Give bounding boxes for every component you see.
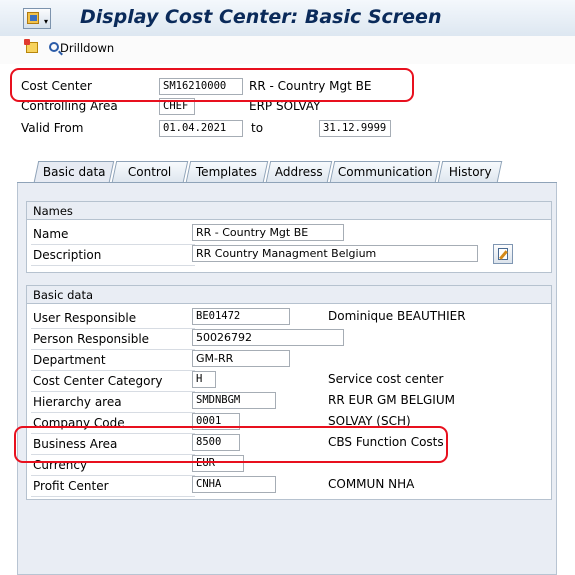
system-menu-button[interactable]: ▾	[23, 8, 51, 29]
valid-to-label: to	[251, 121, 264, 135]
highlight-business-area	[14, 426, 448, 463]
valid-from-field[interactable]: 01.04.2021	[159, 120, 243, 137]
user-responsible-text: Dominique BEAUTHIER	[328, 309, 466, 323]
hierarchy-area-text: RR EUR GM BELGIUM	[328, 393, 455, 407]
basic-data-section-title: Basic data	[27, 286, 551, 304]
tab-basic-data[interactable]: Basic data	[33, 161, 115, 182]
cost-center-category-field[interactable]: H	[192, 371, 216, 388]
person-responsible-field[interactable]: 50026792	[192, 329, 344, 346]
tab-communication[interactable]: Communication	[329, 161, 441, 182]
department-label: Department	[31, 350, 195, 371]
profit-center-text: COMMUN NHA	[328, 477, 415, 491]
user-responsible-label: User Responsible	[31, 308, 195, 329]
drilldown-button[interactable]: Drilldown	[60, 41, 114, 55]
highlight-cost-center	[10, 68, 414, 102]
valid-from-label: Valid From	[21, 121, 84, 135]
tab-control[interactable]: Control	[111, 161, 189, 182]
tab-address-label: Address	[274, 165, 323, 179]
department-field[interactable]: GM-RR	[192, 350, 290, 367]
tab-control-label: Control	[128, 165, 172, 179]
cost-center-category-text: Service cost center	[328, 372, 444, 386]
names-section-title: Names	[27, 202, 551, 220]
name-field[interactable]: RR - Country Mgt BE	[192, 224, 344, 241]
description-label: Description	[31, 245, 195, 266]
tab-communication-label: Communication	[337, 165, 433, 179]
tab-basic-data-label: Basic data	[42, 165, 106, 179]
hierarchy-area-label: Hierarchy area	[31, 392, 195, 413]
description-field[interactable]: RR Country Managment Belgium	[192, 245, 478, 262]
profit-center-label: Profit Center	[31, 476, 195, 497]
cost-center-category-label: Cost Center Category	[31, 371, 195, 392]
page-title: Display Cost Center: Basic Screen	[80, 6, 442, 28]
chevron-down-icon: ▾	[44, 17, 49, 26]
tab-address[interactable]: Address	[265, 161, 333, 182]
valid-to-field[interactable]: 31.12.9999	[319, 120, 391, 137]
tab-templates[interactable]: Templates	[185, 161, 269, 182]
tab-strip: Basic data Control Templates Address Com…	[17, 161, 557, 182]
hierarchy-area-field[interactable]: SMDNBGM	[192, 392, 276, 409]
user-responsible-field[interactable]: BE01472	[192, 308, 290, 325]
tab-history-label: History	[448, 165, 492, 179]
name-label: Name	[31, 224, 195, 245]
tab-history[interactable]: History	[437, 161, 503, 182]
drilldown-search-icon	[49, 42, 59, 52]
edit-text-button[interactable]	[493, 244, 513, 264]
menu-icon-detail	[30, 15, 37, 21]
tab-templates-label: Templates	[196, 165, 258, 179]
person-responsible-label: Person Responsible	[31, 329, 195, 350]
other-cost-center-icon[interactable]	[24, 39, 38, 53]
profit-center-field[interactable]: CNHA	[192, 476, 276, 493]
